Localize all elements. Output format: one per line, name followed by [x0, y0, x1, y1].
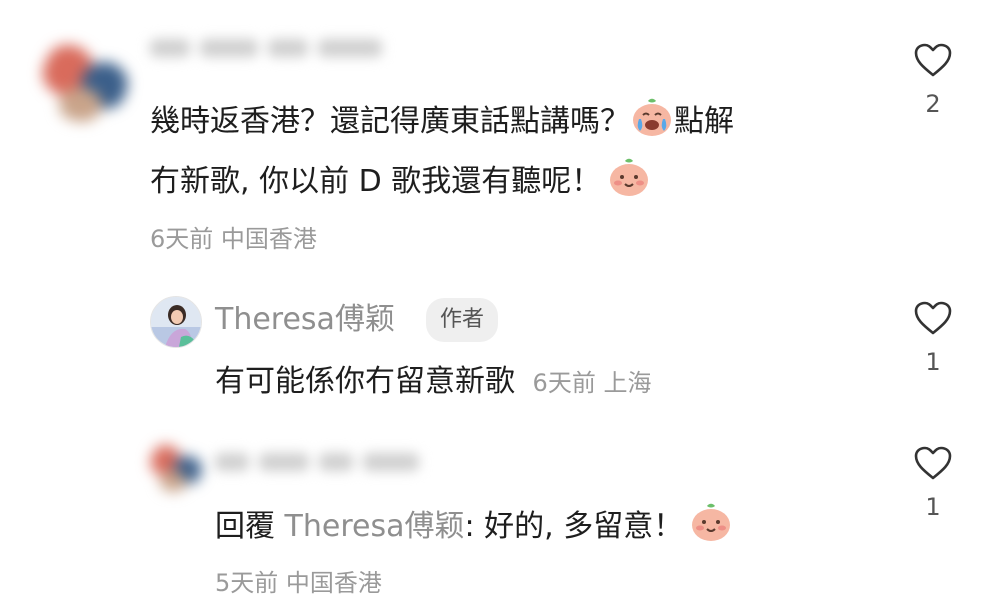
reply-text: 有可能係你冇留意新歌 [215, 364, 515, 399]
heart-outline-icon [914, 301, 952, 335]
reply-to-name[interactable]: Theresa傅颖 [285, 509, 465, 544]
like-button[interactable]: 2 [903, 42, 963, 118]
reply-text: : 好的, 多留意！ [464, 509, 684, 544]
avatar[interactable] [150, 440, 202, 492]
author-badge: 作者 [426, 298, 499, 342]
username-blurred[interactable] [215, 444, 419, 480]
like-button[interactable]: 1 [903, 300, 963, 376]
reply-meta: 5天前 中国香港 [215, 569, 382, 597]
author-avatar[interactable] [150, 296, 202, 348]
comment-text-line2-row: 冇新歌, 你以前 D 歌我還有聽呢！ [150, 155, 651, 210]
reply-prefix: 回覆 [215, 509, 275, 544]
comment-text: 幾時返香港？還記得廣東話點講嗎？ 點解 [150, 95, 734, 150]
username-blurred[interactable] [150, 30, 382, 66]
like-count: 1 [925, 493, 941, 521]
reply-text-row: 有可能係你冇留意新歌 6天前 上海 [215, 362, 651, 403]
author-name[interactable]: Theresa傅颖 [215, 300, 395, 340]
smiling-face-emoji-icon [689, 500, 733, 555]
avatar[interactable] [42, 36, 128, 122]
like-button[interactable]: 1 [903, 445, 963, 521]
heart-outline-icon [914, 43, 952, 77]
crying-face-emoji-icon [630, 95, 674, 150]
comments-screen: 幾時返香港？還記得廣東話點講嗎？ 點解 冇新歌, 你以前 D 歌我還有聽呢！ 6… [0, 0, 1000, 614]
comment-text-line1: 幾時返香港？還記得廣東話點講嗎？ [150, 104, 630, 139]
comment-meta: 6天前 中国香港 [150, 225, 317, 253]
comment-text-line1b: 點解 [674, 104, 734, 139]
reply-text-row: 回覆 Theresa傅颖: 好的, 多留意！ [215, 500, 733, 555]
smiling-face-emoji-icon [607, 155, 651, 210]
like-count: 2 [925, 90, 941, 118]
comment-text-line2: 冇新歌, 你以前 D 歌我還有聽呢！ [150, 164, 602, 199]
like-count: 1 [925, 348, 941, 376]
reply-meta: 6天前 上海 [532, 369, 652, 397]
heart-outline-icon [914, 446, 952, 480]
